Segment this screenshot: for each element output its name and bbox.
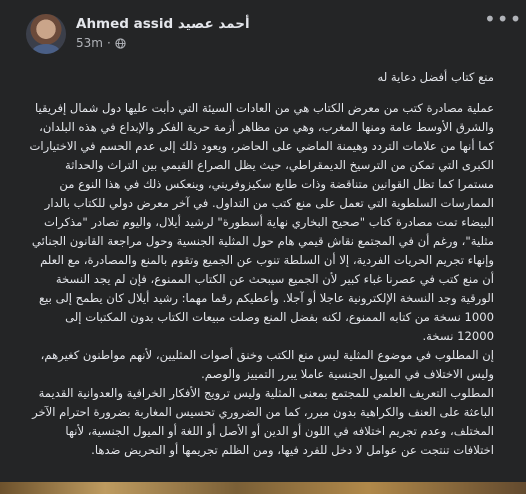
post-title: منع كتاب أفضل دعاية له <box>377 70 495 84</box>
post-paragraph: عملية مصادرة كتب من معرض الكتاب هي من ال… <box>29 101 494 343</box>
author-avatar[interactable] <box>26 14 66 54</box>
post-header: Ahmed assid أحمد عصيد 53m · ••• <box>26 9 521 60</box>
author-name-latin[interactable]: Ahmed assid <box>76 16 173 32</box>
post-time[interactable]: 53m <box>76 36 103 50</box>
post-body: منع كتاب أفضل دعاية له عملية مصادرة كتب … <box>27 68 494 460</box>
globe-icon[interactable] <box>115 37 126 49</box>
author-name-arabic[interactable]: أحمد عصيد <box>178 16 250 32</box>
author-name[interactable]: Ahmed assid أحمد عصيد <box>76 16 250 32</box>
post-meta: 53m · <box>76 36 126 50</box>
attached-image-preview[interactable] <box>0 482 526 494</box>
more-options-icon[interactable]: ••• <box>484 9 521 32</box>
post-paragraph: المطلوب التعريف العلمي للمجتمع بمعنى الم… <box>32 386 494 457</box>
post-paragraph: إن المطلوب في موضوع المثلية ليس منع الكت… <box>40 348 494 381</box>
